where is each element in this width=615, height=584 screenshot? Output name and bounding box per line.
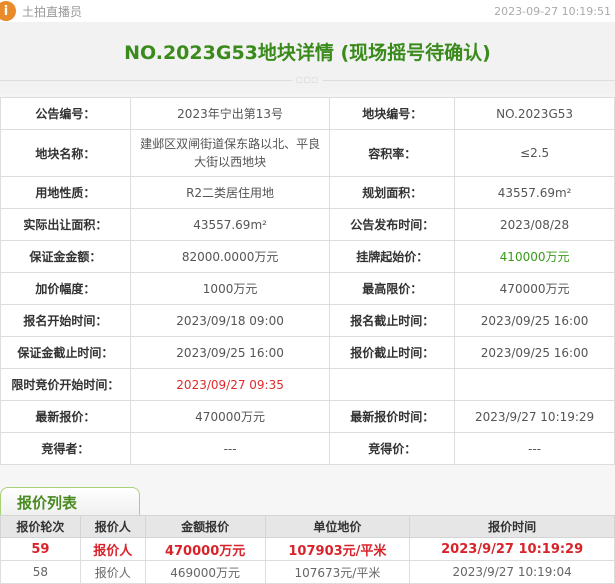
- field-value: 43557.69m²: [454, 176, 615, 209]
- table-cell: 107673元/平米: [264, 560, 411, 584]
- brand: i 土拍直播员: [0, 1, 82, 21]
- field-label: 挂牌起始价：: [329, 240, 456, 273]
- info-logo-icon: i: [0, 1, 16, 21]
- field-label: 竞得价：: [329, 432, 456, 465]
- field-label: 报名开始时间：: [0, 304, 131, 337]
- timestamp: 2023-09-27 10:19:51: [494, 4, 611, 18]
- field-label: 地块名称：: [0, 129, 131, 177]
- field-value: ---: [129, 432, 331, 465]
- field-value: 2023/9/27 10:19:29: [454, 400, 615, 433]
- field-value: ≤2.5: [454, 129, 615, 177]
- field-label: 加价幅度：: [0, 272, 131, 305]
- field-value: 2023/09/25 16:00: [454, 336, 615, 369]
- table-row: 58 报价人 469000万元 107673元/平米 2023/9/27 10:19:0…: [0, 560, 615, 584]
- bid-list-table: 报价轮次 报价人 金额报价 单位地价 报价时间 59 报价人 470000万元 107903元…: [0, 515, 615, 584]
- table-cell: 报价人: [79, 560, 146, 584]
- page-title: NO.2023G53地块详情 (现场摇号待确认): [124, 42, 491, 64]
- field-value: 470000万元: [129, 400, 331, 433]
- field-label: 最新报价：: [0, 400, 131, 433]
- info-row: 实际出让面积： 43557.69m² 公告发布时间： 2023/08/28: [0, 208, 615, 241]
- bid-list-tabbar: 报价列表: [0, 465, 615, 515]
- column-header: 报价时间: [409, 515, 615, 538]
- field-label: 竞得者：: [0, 432, 131, 465]
- column-header: 报价人: [79, 515, 146, 538]
- info-row: 用地性质： R2二类居住用地 规划面积： 43557.69m²: [0, 176, 615, 209]
- field-value: 2023/09/25 16:00: [129, 336, 331, 369]
- field-label: 保证金截止时间：: [0, 336, 131, 369]
- field-label: 报名截止时间：: [329, 304, 456, 337]
- field-value: 82000.0000万元: [129, 240, 331, 273]
- field-label: 保证金金额：: [0, 240, 131, 273]
- top-bar: i 土拍直播员 2023-09-27 10:19:51: [0, 0, 615, 22]
- field-value: ---: [454, 432, 615, 465]
- info-row: 报名开始时间： 2023/09/18 09:00 报名截止时间： 2023/09/25…: [0, 304, 615, 337]
- table-cell: 59: [0, 537, 81, 561]
- info-row: 保证金截止时间： 2023/09/25 16:00 报价截止时间： 2023/09/2…: [0, 336, 615, 369]
- info-row: 保证金金额： 82000.0000万元 挂牌起始价： 410000万元: [0, 240, 615, 273]
- app-name: 土拍直播员: [22, 4, 83, 19]
- field-value: [454, 368, 615, 401]
- field-value: 410000万元: [454, 240, 615, 273]
- info-row: 地块名称： 建邺区双闸街道保东路以北、平良大街以西地块 容积率： ≤2.5: [0, 129, 615, 177]
- title-section: NO.2023G53地块详情 (现场摇号待确认) □□□: [0, 22, 615, 94]
- table-cell: 107903元/平米: [264, 537, 411, 561]
- field-label: 实际出让面积：: [0, 208, 131, 241]
- field-value: 470000万元: [454, 272, 615, 305]
- field-label: 最高限价：: [329, 272, 456, 305]
- table-header-row: 报价轮次 报价人 金额报价 单位地价 报价时间: [0, 515, 615, 538]
- table-cell: 2023/9/27 10:19:29: [409, 537, 615, 561]
- info-row: 限时竞价开始时间： 2023/09/27 09:35: [0, 368, 615, 401]
- column-header: 单位地价: [264, 515, 411, 538]
- field-label: 公告编号：: [0, 97, 131, 130]
- field-value: 2023年宁出第13号: [129, 97, 331, 130]
- field-label: 规划面积：: [329, 176, 456, 209]
- field-label: [329, 368, 456, 401]
- field-value: 1000万元: [129, 272, 331, 305]
- field-value: NO.2023G53: [454, 97, 615, 130]
- field-label: 公告发布时间：: [329, 208, 456, 241]
- table-cell: 报价人: [79, 537, 146, 561]
- table-cell: 470000万元: [144, 537, 266, 561]
- table-row: 59 报价人 470000万元 107903元/平米 2023/9/27 10:19:2…: [0, 537, 615, 561]
- info-row: 公告编号： 2023年宁出第13号 地块编号： NO.2023G53: [0, 97, 615, 130]
- column-header: 金额报价: [144, 515, 266, 538]
- field-value: 2023/09/25 16:00: [454, 304, 615, 337]
- field-value: 2023/09/18 09:00: [129, 304, 331, 337]
- field-label: 用地性质：: [0, 176, 131, 209]
- field-value: 2023/08/28: [454, 208, 615, 241]
- divider-ornament-icon: □□□: [292, 76, 323, 84]
- field-value: 2023/09/27 09:35: [129, 368, 331, 401]
- column-header: 报价轮次: [0, 515, 81, 538]
- field-label: 最新报价时间：: [329, 400, 456, 433]
- info-row: 最新报价： 470000万元 最新报价时间： 2023/9/27 10:19:29: [0, 400, 615, 433]
- field-label: 报价截止时间：: [329, 336, 456, 369]
- land-info-table: 公告编号： 2023年宁出第13号 地块编号： NO.2023G53 地块名称： 建邺区双…: [0, 97, 615, 465]
- table-cell: 469000万元: [144, 560, 266, 584]
- tab-bid-list[interactable]: 报价列表: [0, 487, 140, 515]
- info-row: 竞得者： --- 竞得价： ---: [0, 432, 615, 465]
- field-label: 容积率：: [329, 129, 456, 177]
- field-value: R2二类居住用地: [129, 176, 331, 209]
- table-cell: 58: [0, 560, 81, 584]
- field-value: 43557.69m²: [129, 208, 331, 241]
- field-label: 限时竞价开始时间：: [0, 368, 131, 401]
- table-cell: 2023/9/27 10:19:04: [409, 560, 615, 584]
- field-label: 地块编号：: [329, 97, 456, 130]
- info-row: 加价幅度： 1000万元 最高限价： 470000万元: [0, 272, 615, 305]
- field-value: 建邺区双闸街道保东路以北、平良大街以西地块: [129, 129, 331, 177]
